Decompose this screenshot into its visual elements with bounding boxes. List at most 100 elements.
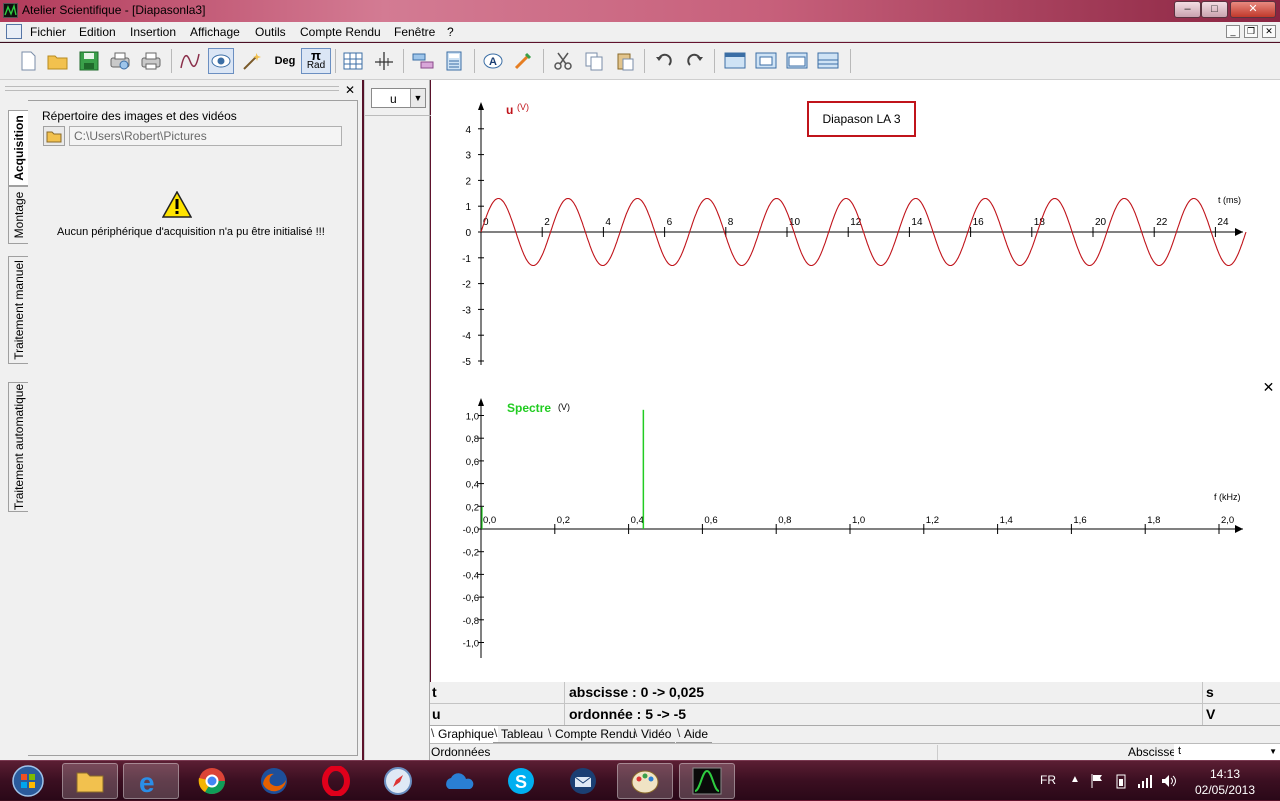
- tab-acquisition[interactable]: Acquisition: [8, 110, 28, 186]
- safari-icon[interactable]: [370, 763, 426, 799]
- language-indicator[interactable]: FR: [1040, 773, 1056, 787]
- maximize-button[interactable]: □: [1201, 1, 1228, 18]
- window-layout-3-icon[interactable]: [784, 48, 810, 74]
- tab-tableau[interactable]: Tableau: [493, 726, 548, 743]
- redo-icon[interactable]: [682, 48, 708, 74]
- top-x-tick-label: 22: [1156, 217, 1168, 228]
- bottom-x-tick-label: 1,2: [926, 515, 939, 526]
- chevron-down-icon[interactable]: ▼: [1269, 747, 1277, 756]
- document-icon[interactable]: [6, 24, 22, 39]
- menu-help[interactable]: ?: [447, 25, 454, 39]
- status-bar: Ordonnées Abscisse t ▼: [430, 743, 1280, 760]
- menu-edition[interactable]: Edition: [79, 25, 116, 39]
- radian-mode-button[interactable]: π Rad: [301, 48, 331, 74]
- graph-area[interactable]: 4 3 2 1 0 -1 -2 -3 -4 -5 0 2 4 6 8 10 12 14 16 18 20 22 24 u (V)…: [431, 80, 1280, 682]
- firefox-icon[interactable]: [246, 763, 302, 799]
- copy-icon[interactable]: [581, 48, 607, 74]
- clock[interactable]: 14:13 02/05/2013: [1188, 766, 1262, 798]
- chevron-down-icon[interactable]: ▼: [410, 89, 425, 107]
- close-button[interactable]: ✕: [1230, 1, 1276, 18]
- atelier-scientifique-taskbar-icon[interactable]: [679, 763, 735, 799]
- power-icon[interactable]: [1114, 773, 1128, 789]
- tab-montage[interactable]: Montage: [8, 186, 28, 244]
- mdi-close-icon[interactable]: ✕: [1262, 25, 1276, 38]
- opera-icon[interactable]: [308, 763, 364, 799]
- tab-graphique[interactable]: Graphique: [430, 726, 499, 743]
- svg-text:e: e: [139, 767, 155, 796]
- thunderbird-icon[interactable]: [555, 763, 611, 799]
- top-x-tick-label: 8: [728, 217, 734, 228]
- curve-icon[interactable]: [177, 48, 203, 74]
- left-panel-close-icon[interactable]: ✕: [345, 83, 355, 97]
- top-x-tick-label: 6: [667, 217, 673, 228]
- graphs-svg[interactable]: 43210-1-2-3-4-50 2 4 6 8 10 12 14 16 18 20 22 24u (V)…: [431, 80, 1280, 682]
- bottom-y-tick-label: -0,4: [463, 570, 479, 581]
- top-x-arrow: [1235, 228, 1243, 236]
- minimize-button[interactable]: –: [1174, 1, 1201, 18]
- degree-mode-button[interactable]: Deg: [270, 48, 300, 74]
- start-button[interactable]: [0, 763, 56, 799]
- tab-traitement-automatique[interactable]: Traitement automatique: [8, 382, 28, 512]
- mdi-restore-icon[interactable]: ❐: [1244, 25, 1258, 38]
- chrome-icon[interactable]: [184, 763, 240, 799]
- network-icon[interactable]: [1137, 773, 1153, 789]
- variable-select[interactable]: u ▼: [371, 88, 426, 108]
- ordinate-range: ordonnée : 5 -> -5: [569, 706, 687, 722]
- paint-icon[interactable]: [617, 763, 673, 799]
- explorer-icon[interactable]: [62, 763, 118, 799]
- print-preview-icon[interactable]: [107, 48, 133, 74]
- save-icon[interactable]: [76, 48, 102, 74]
- print-icon[interactable]: [138, 48, 164, 74]
- calculator-icon[interactable]: [441, 48, 467, 74]
- acquisition-pane: [28, 100, 358, 756]
- model-icon[interactable]: [410, 48, 436, 74]
- menu-compte-rendu[interactable]: Compte Rendu: [300, 25, 381, 39]
- menu-fenetre[interactable]: Fenêtre: [394, 25, 435, 39]
- top-x-tick-label: 24: [1217, 217, 1229, 228]
- top-x-unit: t (ms): [1218, 195, 1241, 205]
- flag-icon[interactable]: [1090, 773, 1104, 789]
- new-file-icon[interactable]: [15, 48, 41, 74]
- mdi-minimize-icon[interactable]: _: [1226, 25, 1240, 38]
- draw-tool-icon[interactable]: [511, 48, 537, 74]
- magic-wand-icon[interactable]: [239, 48, 265, 74]
- undo-icon[interactable]: [651, 48, 677, 74]
- images-path-input[interactable]: [69, 126, 342, 146]
- paste-icon[interactable]: [612, 48, 638, 74]
- menu-outils[interactable]: Outils: [255, 25, 286, 39]
- tab-traitement-manuel[interactable]: Traitement manuel: [8, 256, 28, 364]
- window-layout-1-icon[interactable]: [722, 48, 748, 74]
- volume-icon[interactable]: [1160, 773, 1178, 789]
- tab-compte-rendu[interactable]: Compte Rendu: [547, 726, 640, 743]
- browse-folder-button[interactable]: [43, 126, 65, 146]
- abscissa-row[interactable]: t abscisse : 0 -> 0,025 s: [430, 682, 1280, 704]
- view-eye-icon[interactable]: [208, 48, 234, 74]
- abscissa-range: abscisse : 0 -> 0,025: [569, 684, 705, 700]
- grid-icon[interactable]: [340, 48, 366, 74]
- onedrive-icon[interactable]: [431, 763, 487, 799]
- tab-video[interactable]: Vidéo: [633, 726, 676, 743]
- axes-icon[interactable]: [371, 48, 397, 74]
- menu-fichier[interactable]: Fichier: [30, 25, 66, 39]
- skype-icon[interactable]: S: [493, 763, 549, 799]
- graph-close-icon[interactable]: ✕: [1261, 380, 1276, 395]
- tab-aide[interactable]: Aide: [676, 726, 713, 743]
- internet-explorer-icon[interactable]: e: [123, 763, 179, 799]
- open-folder-icon[interactable]: [45, 48, 71, 74]
- ordinate-row[interactable]: u ordonnée : 5 -> -5 V: [430, 704, 1280, 726]
- menu-insertion[interactable]: Insertion: [130, 25, 176, 39]
- window-layout-2-icon[interactable]: [753, 48, 779, 74]
- bottom-y-tick-label: 0,2: [466, 502, 479, 513]
- window-layout-4-icon[interactable]: [815, 48, 841, 74]
- tray-expand-icon[interactable]: ▲: [1070, 774, 1080, 785]
- menu-affichage[interactable]: Affichage: [190, 25, 240, 39]
- text-tool-icon[interactable]: A: [480, 48, 506, 74]
- bottom-x-tick-label: 0,0: [483, 515, 496, 526]
- bottom-y-tick-label: -1,0: [463, 639, 479, 650]
- toolbar: Deg π Rad A: [0, 43, 1280, 80]
- title-bar: Atelier Scientifique - [Diapasonla3] – □…: [0, 0, 1280, 22]
- left-panel: ✕ Acquisition Montage Traitement manuel …: [0, 80, 362, 760]
- cut-icon[interactable]: [550, 48, 576, 74]
- abscisse-select[interactable]: t ▼: [1174, 744, 1280, 760]
- legend-box[interactable]: Diapason LA 3: [807, 101, 916, 137]
